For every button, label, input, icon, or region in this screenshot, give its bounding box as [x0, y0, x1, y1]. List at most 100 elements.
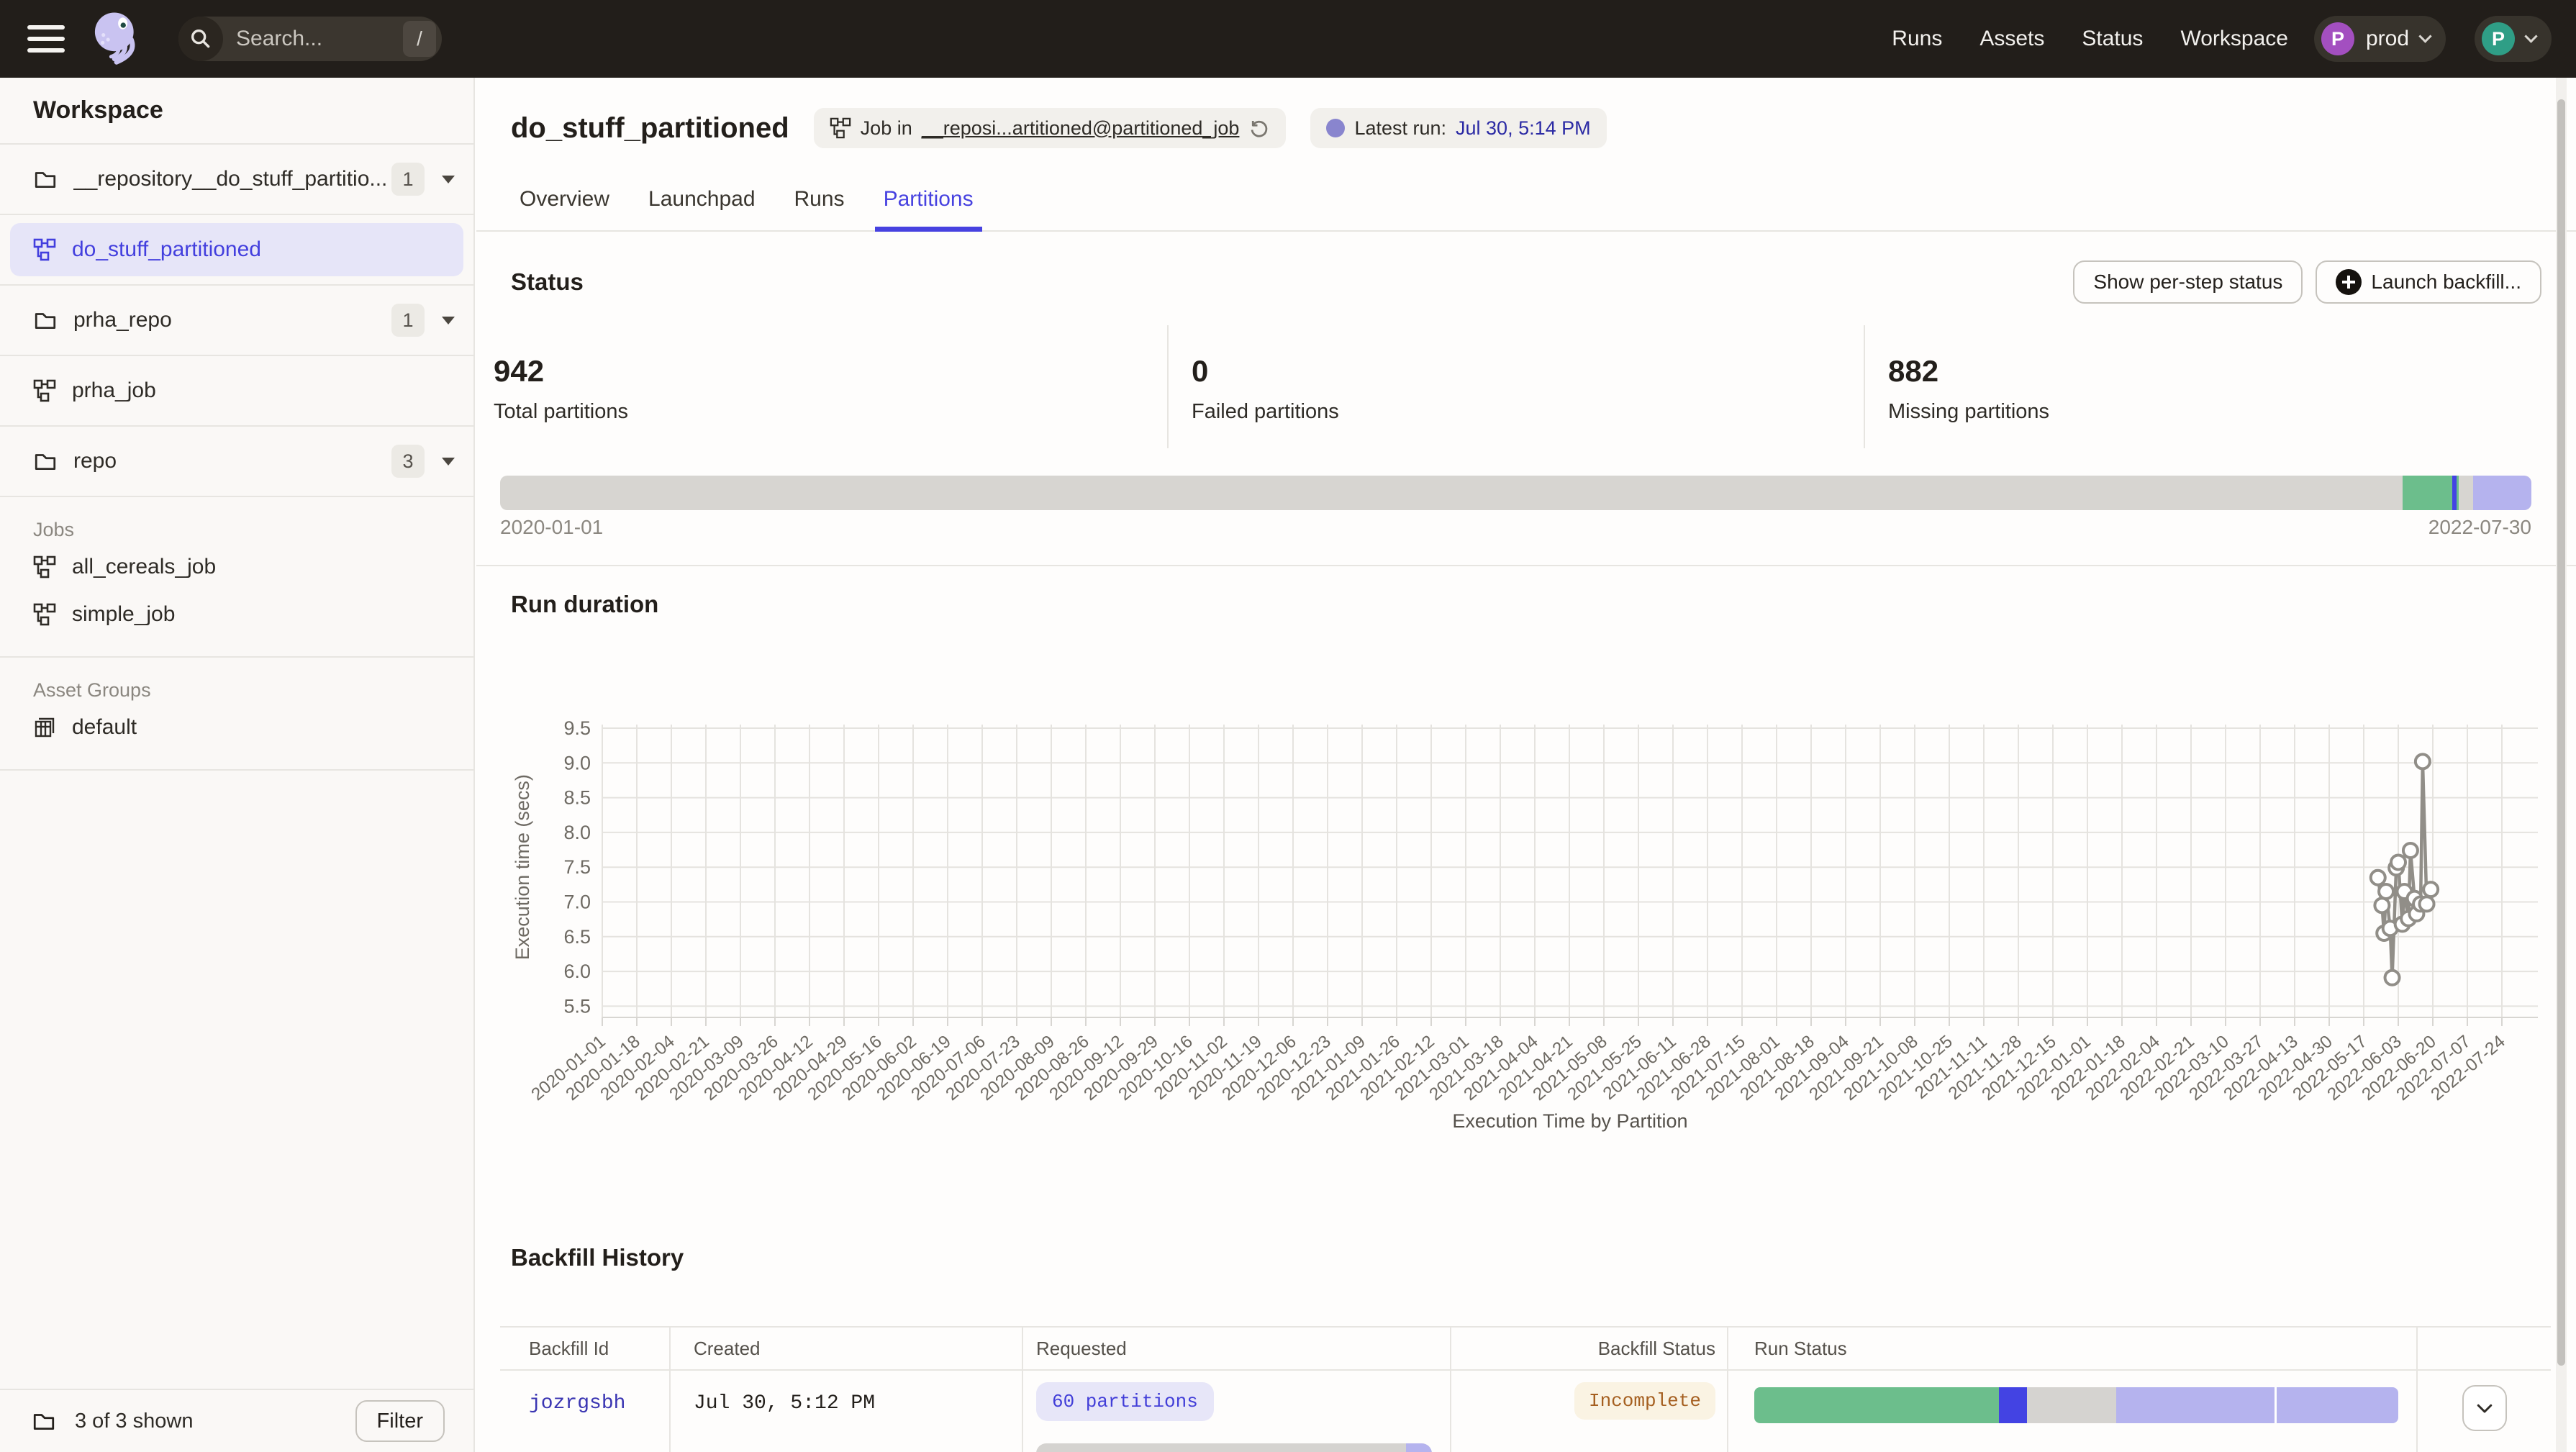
partition-stats: 942 Total partitions 0 Failed partitions882…: [494, 325, 2576, 448]
y-tick-label: 6.5: [563, 926, 591, 948]
search-shortcut-key: /: [403, 21, 436, 57]
tab-overview[interactable]: Overview: [511, 178, 618, 230]
section-label-jobs: Jobs: [33, 519, 473, 541]
backfill-created: Jul 30, 5:12 PM: [694, 1392, 875, 1415]
partition-bar-segment: [2457, 476, 2459, 510]
sidebar-item-__repository__do_stuff_partitio...[interactable]: __repository__do_stuff_partitio...1: [0, 145, 473, 215]
sidebar-item-label: prha_repo: [73, 308, 391, 332]
nav-links: Runs Assets Status Workspace: [1892, 27, 2288, 51]
section-divider: [476, 565, 2576, 566]
repos-shown-count: 3 of 3 shown: [75, 1410, 193, 1433]
tab-partitions[interactable]: Partitions: [875, 178, 982, 230]
section-divider: [0, 769, 473, 771]
col-backfill-id: Backfill Id: [500, 1328, 669, 1369]
requested-range-tip: [1406, 1443, 1432, 1452]
job-icon: [33, 238, 56, 261]
run-status-bar[interactable]: [1754, 1387, 2398, 1423]
sidebar-item-do_stuff_partitioned[interactable]: do_stuff_partitioned: [10, 223, 463, 276]
run-status-segment: [2116, 1387, 2275, 1423]
nav-link-runs[interactable]: Runs: [1892, 27, 1942, 51]
caret-down-icon[interactable]: [442, 176, 455, 183]
data-point: [2375, 898, 2389, 912]
stat-failed-partitions: 0 Failed partitions: [1167, 325, 1864, 448]
partition-status-bar[interactable]: [500, 476, 2531, 510]
scrollbar-thumb[interactable]: [2557, 99, 2565, 1366]
y-tick-label: 7.5: [563, 856, 591, 878]
stat-total-partitions: 942 Total partitions: [494, 325, 1167, 448]
deployment-avatar: P: [2321, 22, 2354, 55]
deployment-switcher[interactable]: P prod: [2314, 16, 2446, 62]
partition-range-end: 2022-07-30: [2428, 516, 2531, 539]
data-point: [2420, 897, 2434, 911]
stat-value: 942: [494, 354, 1167, 389]
sidebar-item-simple_job[interactable]: simple_job: [0, 593, 473, 636]
col-run-status: Run Status: [1727, 1328, 2416, 1369]
sidebar-item-label: simple_job: [72, 602, 175, 627]
chevron-down-icon: [2474, 1397, 2495, 1419]
y-tick-label: 9.0: [563, 752, 591, 773]
search-icon: [178, 17, 223, 61]
latest-run-link[interactable]: Jul 30, 5:14 PM: [1456, 117, 1591, 140]
y-tick-label: 5.5: [563, 995, 591, 1017]
job-location-link[interactable]: __reposi...artitioned@partitioned_job: [922, 117, 1240, 140]
dagster-logo-icon[interactable]: [85, 7, 148, 71]
stat-value: 0: [1192, 354, 1864, 389]
requested-partitions-badge[interactable]: 60 partitions: [1036, 1382, 1214, 1421]
sidebar-repo-row: do_stuff_partitioned: [0, 215, 473, 286]
stat-missing-partitions: 882Missing partitions: [1864, 325, 2542, 448]
job-tabs: Overview Launchpad Runs Partitions: [476, 178, 2576, 232]
filter-button[interactable]: Filter: [355, 1400, 445, 1442]
page-title: do_stuff_partitioned: [511, 112, 789, 145]
caret-down-icon[interactable]: [442, 458, 455, 466]
job-icon: [33, 603, 56, 626]
sidebar-item-repo[interactable]: repo3: [0, 427, 473, 497]
expand-row-button[interactable]: [2462, 1385, 2507, 1431]
sidebar-item-prha_repo[interactable]: prha_repo1: [0, 286, 473, 356]
tab-launchpad[interactable]: Launchpad: [640, 178, 763, 230]
col-actions: [2416, 1328, 2551, 1369]
folder-icon: [33, 450, 58, 473]
search-placeholder: Search...: [236, 27, 403, 51]
section-divider: [0, 656, 473, 658]
caret-down-icon[interactable]: [442, 317, 455, 325]
repo-count-badge: 3: [391, 445, 425, 478]
nav-link-assets[interactable]: Assets: [1979, 27, 2044, 51]
backfill-id-link[interactable]: jozrgsbh: [529, 1392, 625, 1415]
deployment-name: prod: [2366, 27, 2409, 51]
dagster-app: Search... / Runs Assets Status Workspace P …: [0, 0, 2576, 1452]
partition-bar-segment: [2473, 476, 2531, 510]
y-tick-label: 8.5: [563, 787, 591, 809]
stat-label: Total partitions: [494, 400, 1167, 424]
backfill-status-badge: Incomplete: [1574, 1382, 1715, 1420]
data-point: [2379, 884, 2393, 899]
launch-backfill-button[interactable]: Launch backfill...: [2316, 260, 2541, 304]
sidebar-item-default[interactable]: default: [0, 706, 473, 749]
job-location-tag: Job in __reposi...artitioned@partitioned…: [814, 108, 1287, 148]
data-point: [2371, 871, 2385, 885]
tab-runs[interactable]: Runs: [786, 178, 853, 230]
section-label-asset-groups: Asset Groups: [33, 679, 473, 702]
backfill-table: Backfill Id Created Requested Backfill S…: [500, 1326, 2551, 1452]
sidebar-item-all_cereals_job[interactable]: all_cereals_job: [0, 545, 473, 589]
repo-list: __repository__do_stuff_partitio...1 do_st…: [0, 145, 473, 497]
search-input[interactable]: Search... /: [178, 17, 442, 61]
nav-link-workspace[interactable]: Workspace: [2180, 27, 2288, 51]
job-icon: [830, 117, 851, 139]
user-menu[interactable]: P: [2475, 16, 2552, 62]
sidebar-item-label: __repository__do_stuff_partitio...: [73, 167, 391, 191]
y-tick-label: 8.0: [563, 822, 591, 843]
sidebar-item-prha_job[interactable]: prha_job: [0, 356, 473, 427]
menu-icon[interactable]: [27, 25, 65, 53]
show-per-step-status-button[interactable]: Show per-step status: [2073, 260, 2303, 304]
chevron-down-icon: [2524, 30, 2537, 42]
stat-label: Failed partitions: [1192, 400, 1864, 424]
sidebar-item-label: prha_job: [72, 378, 455, 403]
top-nav: Search... / Runs Assets Status Workspace P …: [0, 0, 2576, 78]
user-avatar: P: [2482, 22, 2515, 55]
reload-icon[interactable]: [1248, 117, 1270, 139]
sidebar-item-label: repo: [73, 449, 391, 473]
y-tick-label: 7.0: [563, 891, 591, 913]
y-tick-label: 9.5: [563, 717, 591, 739]
page-scrollbar[interactable]: [2556, 78, 2567, 1452]
nav-link-status[interactable]: Status: [2082, 27, 2143, 51]
